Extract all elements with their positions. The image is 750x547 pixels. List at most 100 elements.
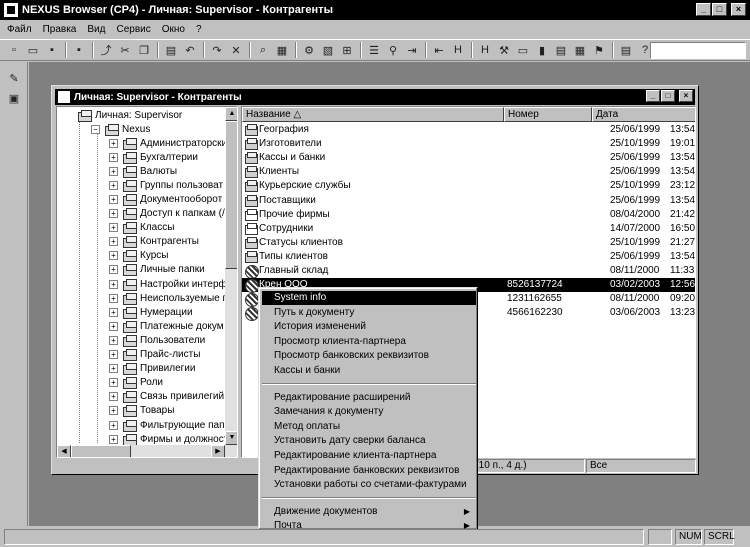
flag-icon[interactable]: ⚑ xyxy=(591,42,607,58)
tree-node[interactable]: + Привилегии xyxy=(109,362,195,376)
tree-node[interactable]: + Валюты xyxy=(109,164,177,178)
print-icon[interactable]: ▦ xyxy=(274,42,290,58)
expand-icon[interactable]: + xyxy=(109,209,118,218)
tree-node[interactable]: + Курсы xyxy=(109,249,168,263)
copy-icon[interactable]: ❐ xyxy=(136,42,152,58)
column-header-date[interactable]: Дата xyxy=(592,107,695,122)
expand-icon[interactable]: + xyxy=(109,307,118,317)
menu-item[interactable]: Редактирование банковских реквизитов xyxy=(262,464,476,478)
menu-help[interactable]: ? xyxy=(191,24,208,35)
collapse-icon[interactable]: − xyxy=(91,124,100,134)
tree-node[interactable]: + Группы пользоват xyxy=(109,178,223,192)
save-icon[interactable]: ▪ xyxy=(44,42,60,58)
view-icon[interactable]: ▧ xyxy=(320,42,336,58)
list-row[interactable]: Клиенты 25/06/1999 13:54 xyxy=(242,165,695,179)
folder-view-icon[interactable]: ▣ xyxy=(6,90,22,106)
expand-icon[interactable]: + xyxy=(109,420,118,430)
toolbar-search-input[interactable] xyxy=(650,42,746,59)
menu-item[interactable]: Замечания к документу xyxy=(262,405,476,419)
window-icon[interactable] xyxy=(58,91,70,103)
menu-item[interactable]: Путь к документу xyxy=(262,306,476,320)
app-close-button[interactable]: × xyxy=(731,3,746,16)
expand-icon[interactable]: + xyxy=(109,180,118,190)
expand-icon[interactable]: + xyxy=(109,335,118,345)
tree-node[interactable]: + Личные папки xyxy=(109,263,205,277)
tree-node[interactable]: + Доступ к папкам (/ xyxy=(109,207,225,221)
menu-edit[interactable]: Правка xyxy=(38,24,83,35)
list-row[interactable]: Изготовители 25/10/1999 19:01 xyxy=(242,137,695,151)
scroll-up-icon[interactable]: ▲ xyxy=(225,107,237,121)
app-icon[interactable] xyxy=(4,3,18,17)
expand-icon[interactable]: + xyxy=(109,434,118,444)
tree-node[interactable]: + Связь привилегий xyxy=(109,390,224,404)
menu-item[interactable]: Движение документов ▶ xyxy=(262,505,476,519)
tile-icon[interactable]: ▤ xyxy=(553,42,569,58)
window-icon[interactable]: ▭ xyxy=(515,42,531,58)
list-row[interactable]: География 25/06/1999 13:54 xyxy=(242,123,695,137)
app-maximize-button[interactable]: □ xyxy=(712,3,727,16)
tree-horizontal-thumb[interactable] xyxy=(71,445,131,457)
expand-icon[interactable]: + xyxy=(109,364,118,374)
tree-node[interactable]: + Классы xyxy=(109,221,174,235)
expand-icon[interactable]: + xyxy=(109,293,118,303)
expand-icon[interactable]: + xyxy=(109,223,118,233)
list-icon[interactable]: ☰ xyxy=(366,42,382,58)
open-icon[interactable]: ▭ xyxy=(25,42,41,58)
tree-node[interactable]: + Прайс-листы xyxy=(109,348,200,362)
scroll-left-icon[interactable]: ◀ xyxy=(57,445,71,457)
new-icon[interactable]: ▫ xyxy=(6,42,22,58)
menu-item[interactable]: Просмотр клиента-партнера xyxy=(262,335,476,349)
expand-icon[interactable]: + xyxy=(109,237,118,247)
redo-icon[interactable]: ↷ xyxy=(209,42,225,58)
menu-item[interactable]: Установить дату сверки баланса xyxy=(262,434,476,448)
tree-node[interactable]: + Администраторски xyxy=(109,136,227,150)
menu-item[interactable]: System info xyxy=(262,291,476,305)
tree-root[interactable]: Личная: Supervisor xyxy=(77,108,182,122)
tree-node[interactable]: + Роли xyxy=(109,376,163,390)
list-row[interactable]: Главный склад 08/11/2000 11:33 xyxy=(242,264,695,279)
list-row[interactable]: Сотрудники 14/07/2000 16:50 xyxy=(242,222,695,236)
tree-node[interactable]: + Товары xyxy=(109,404,174,418)
app-title-bar[interactable]: NEXUS Browser (CP4) - Личная: Supervisor… xyxy=(0,0,750,20)
paste-icon[interactable]: ▤ xyxy=(163,42,179,58)
tree-node[interactable]: + Бухгалтерии xyxy=(109,150,198,164)
scroll-right-icon[interactable]: ▶ xyxy=(211,445,225,457)
expand-icon[interactable]: + xyxy=(109,279,118,289)
expand-icon[interactable]: + xyxy=(109,138,118,148)
column-header-number[interactable]: Номер xyxy=(504,107,592,122)
delete-icon[interactable]: ✕ xyxy=(228,42,244,58)
window-maximize-button[interactable]: □ xyxy=(661,90,675,102)
tree-icon[interactable]: ⊞ xyxy=(339,42,355,58)
window-minimize-button[interactable]: _ xyxy=(646,90,660,102)
tree-node[interactable]: + Фирмы и должност xyxy=(109,432,228,446)
menu-item[interactable]: Редактирование расширений xyxy=(262,391,476,405)
save-all-icon[interactable]: ▪ xyxy=(71,42,87,58)
binoculars-icon[interactable]: ⚲ xyxy=(385,42,401,58)
scroll-down-icon[interactable]: ▼ xyxy=(225,431,237,445)
tree-horizontal-scrollbar[interactable]: ◀ ▶ xyxy=(57,445,237,457)
list-row[interactable]: Поставщики 25/06/1999 13:54 xyxy=(242,194,695,208)
menu-item[interactable]: Редактирование клиента-партнера xyxy=(262,449,476,463)
chart-icon[interactable]: ▮ xyxy=(534,42,550,58)
expand-icon[interactable]: + xyxy=(109,350,118,359)
column-header-name[interactable]: Название △ xyxy=(242,107,504,122)
menu-item[interactable]: Кассы и банки xyxy=(262,364,476,378)
expand-icon[interactable]: + xyxy=(109,166,118,176)
menu-window[interactable]: Окно xyxy=(157,24,191,35)
menu-service[interactable]: Сервис xyxy=(111,24,156,35)
menu-item[interactable]: Просмотр банковских реквизитов xyxy=(262,349,476,363)
window-close-button[interactable]: × xyxy=(679,90,693,102)
tree-node[interactable]: + Нумерации xyxy=(109,305,193,319)
tree-vertical-thumb[interactable] xyxy=(225,121,237,269)
tree-node[interactable]: + Пользователи xyxy=(109,333,205,347)
tree-node[interactable]: + Фильтрующие пап xyxy=(109,418,225,432)
list-row[interactable]: Прочие фирмы 08/04/2000 21:42 xyxy=(242,208,695,222)
menu-view[interactable]: Вид xyxy=(82,24,111,35)
menu-item[interactable]: Установки работы со счетами-фактурами xyxy=(262,478,476,492)
app-minimize-button[interactable]: _ xyxy=(696,3,711,16)
window-title-bar[interactable]: Личная: Supervisor - Контрагенты _ □ × xyxy=(55,89,695,105)
table-icon[interactable]: ▤ xyxy=(618,42,634,58)
expand-icon[interactable]: + xyxy=(109,378,118,388)
menu-item[interactable]: История изменений xyxy=(262,320,476,334)
tree-vertical-scrollbar[interactable]: ▲ ▼ xyxy=(225,107,237,445)
